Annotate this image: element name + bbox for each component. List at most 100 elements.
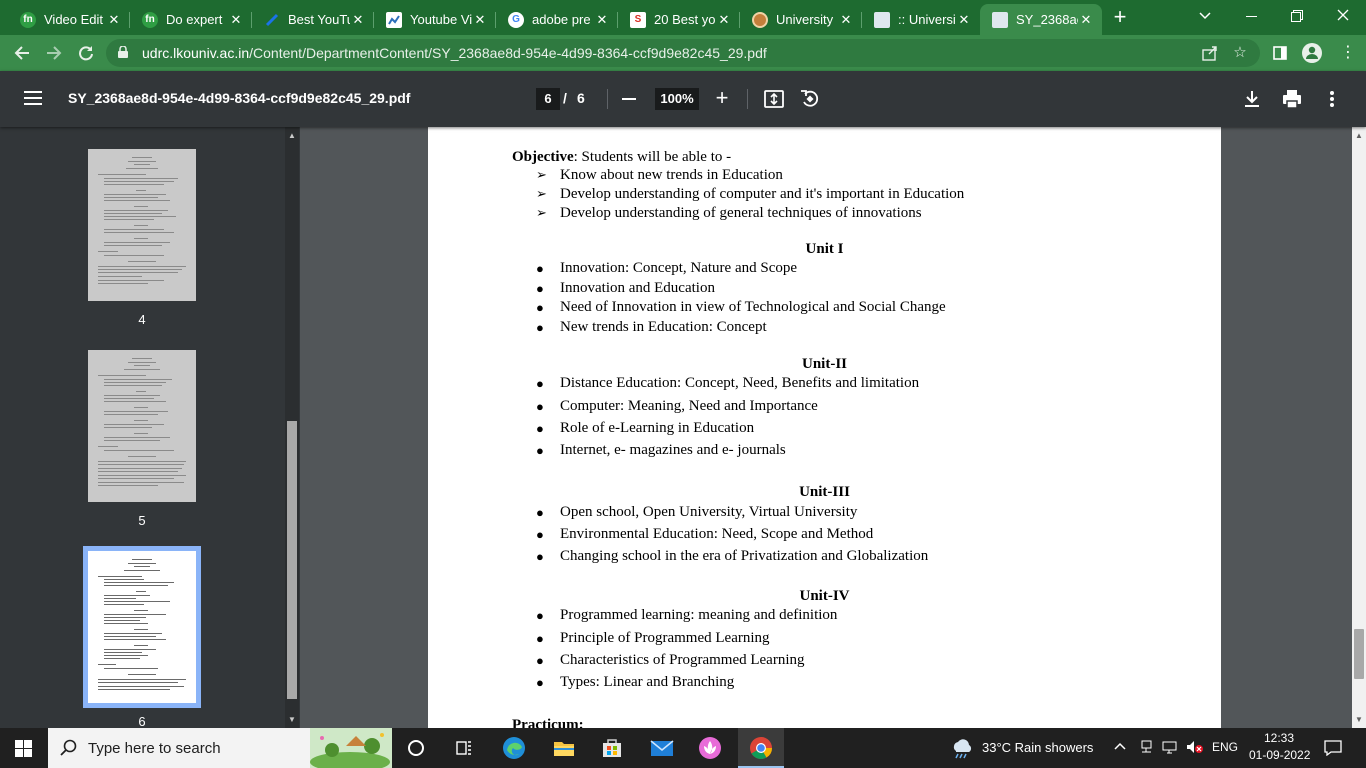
bullet-icon: ● xyxy=(536,300,544,315)
page-number-input[interactable]: 6 xyxy=(536,88,560,110)
print-icon[interactable] xyxy=(1280,87,1304,111)
tab-youtube-video[interactable]: Youtube Vi ✕ xyxy=(374,4,496,35)
display-icon[interactable] xyxy=(1162,740,1178,757)
unit-item: Distance Education: Concept, Need, Benef… xyxy=(560,375,920,391)
close-icon[interactable]: ✕ xyxy=(838,12,854,28)
tab-best-youtube[interactable]: Best YouTu ✕ xyxy=(252,4,374,35)
bullet-icon: ● xyxy=(536,608,544,623)
share-icon[interactable] xyxy=(1200,43,1220,63)
rotate-icon[interactable] xyxy=(798,87,822,111)
menu-hamburger-icon[interactable] xyxy=(24,91,42,105)
search-icon xyxy=(60,739,77,756)
tab-university[interactable]: University ✕ xyxy=(740,4,862,35)
tab-university-2[interactable]: :: Universit ✕ xyxy=(862,4,980,35)
pdf-toolbar: SY_2368ae8d-954e-4d99-8364-ccf9d9e82c45_… xyxy=(0,71,1366,127)
thumbnail-label: 4 xyxy=(138,312,146,327)
pdf-viewer: Objective: Students will be able to - ➢ … xyxy=(300,127,1352,728)
unit-heading: Unit I xyxy=(805,241,844,257)
cortana-icon[interactable] xyxy=(404,736,428,760)
address-bar[interactable]: udrc.lkouniv.ac.in/Content/DepartmentCon… xyxy=(106,39,1260,67)
speaker-muted-icon[interactable] xyxy=(1186,740,1204,757)
taskbar-search-box[interactable]: Type here to search xyxy=(48,728,392,768)
zoom-out-icon[interactable] xyxy=(622,98,636,100)
download-icon[interactable] xyxy=(1240,87,1264,111)
minimize-icon[interactable] xyxy=(1228,0,1274,32)
zoom-input[interactable]: 100% xyxy=(655,88,699,110)
window-close-icon[interactable] xyxy=(1320,0,1366,32)
bullet-icon: ● xyxy=(536,653,544,668)
forward-arrow-icon[interactable] xyxy=(42,41,66,65)
document-icon xyxy=(874,11,890,28)
tab-20-best[interactable]: S 20 Best yo ✕ xyxy=(618,4,740,35)
tray-chevron-up-icon[interactable] xyxy=(1114,740,1126,754)
page-thumbnail-4[interactable] xyxy=(88,149,196,301)
more-options-icon[interactable] xyxy=(1320,87,1344,111)
notifications-icon[interactable] xyxy=(1324,740,1342,759)
scroll-up-icon[interactable]: ▲ xyxy=(1352,131,1366,140)
sidebar-scrollbar-thumb[interactable] xyxy=(287,421,297,699)
windows-start-icon[interactable] xyxy=(15,740,32,757)
clock-time[interactable]: 12:33 xyxy=(1264,731,1294,745)
menu-dots-icon[interactable]: ⋮ xyxy=(1336,41,1360,65)
thumbnail-label: 6 xyxy=(138,714,146,728)
scroll-up-icon[interactable]: ▲ xyxy=(285,131,299,140)
viewer-scrollbar-thumb[interactable] xyxy=(1354,629,1364,679)
unit-item: Computer: Meaning, Need and Importance xyxy=(560,398,818,414)
close-icon[interactable]: ✕ xyxy=(350,12,366,28)
close-icon[interactable]: ✕ xyxy=(1078,12,1094,28)
tab-do-expert[interactable]: fn Do expert ✕ xyxy=(130,4,252,35)
app-lotus-icon[interactable] xyxy=(698,736,722,760)
language-indicator[interactable]: ENG xyxy=(1212,740,1238,754)
restore-icon[interactable] xyxy=(1274,0,1320,32)
bullet-icon: ● xyxy=(536,443,544,458)
tab-title: Best YouTu xyxy=(288,12,350,27)
chrome-icon xyxy=(750,737,772,759)
new-tab-button[interactable]: + xyxy=(1108,6,1132,30)
reload-icon[interactable] xyxy=(74,41,98,65)
toolbar-divider xyxy=(607,89,608,109)
arrow-bullet-icon: ➢ xyxy=(536,186,547,201)
bookmark-star-icon[interactable]: ☆ xyxy=(1230,43,1250,63)
close-icon[interactable]: ✕ xyxy=(106,12,122,28)
chrome-taskbar-button[interactable] xyxy=(738,728,784,768)
network-icon[interactable] xyxy=(1140,740,1154,757)
close-icon[interactable]: ✕ xyxy=(956,12,972,28)
bullet-icon: ● xyxy=(536,376,544,391)
task-view-icon[interactable] xyxy=(452,736,476,760)
thumbnail-label: 5 xyxy=(138,513,146,528)
university-seal-icon xyxy=(752,11,768,28)
tab-title: SY_2368ae xyxy=(1016,12,1078,27)
tab-pdf-active[interactable]: SY_2368ae ✕ xyxy=(980,4,1102,35)
unit-item: Internet, e- magazines and e- journals xyxy=(560,442,786,458)
scroll-down-icon[interactable]: ▼ xyxy=(285,715,299,724)
bullet-icon: ● xyxy=(536,399,544,414)
page-thumbnail-5[interactable] xyxy=(88,350,196,502)
tab-adobe-premiere[interactable]: G adobe pre ✕ xyxy=(496,4,618,35)
mail-icon[interactable] xyxy=(650,736,674,760)
file-explorer-icon[interactable] xyxy=(552,736,576,760)
browser-toolbar: udrc.lkouniv.ac.in/Content/DepartmentCon… xyxy=(0,35,1366,71)
arrow-bullet-icon: ➢ xyxy=(536,167,547,182)
close-icon[interactable]: ✕ xyxy=(228,12,244,28)
unit-heading: Unit-IV xyxy=(799,588,850,604)
url-text[interactable]: udrc.lkouniv.ac.in/Content/DepartmentCon… xyxy=(142,45,767,61)
fit-to-page-icon[interactable] xyxy=(762,87,786,111)
clock-date[interactable]: 01-09-2022 xyxy=(1249,748,1310,762)
unit-item: Role of e-Learning in Education xyxy=(560,420,755,436)
close-icon[interactable]: ✕ xyxy=(716,12,732,28)
unit-heading: Unit-III xyxy=(799,484,850,500)
scroll-down-icon[interactable]: ▼ xyxy=(1352,715,1366,724)
page-thumbnail-6-selected[interactable] xyxy=(83,546,201,708)
side-panel-icon[interactable] xyxy=(1268,41,1292,65)
edge-browser-icon[interactable] xyxy=(502,736,526,760)
close-icon[interactable]: ✕ xyxy=(472,12,488,28)
weather-text[interactable]: 33°C Rain showers xyxy=(982,740,1093,755)
close-icon[interactable]: ✕ xyxy=(594,12,610,28)
back-arrow-icon[interactable] xyxy=(10,41,34,65)
microsoft-store-icon[interactable] xyxy=(600,736,624,760)
zoom-in-icon[interactable]: + xyxy=(712,87,732,110)
tab-video-edit[interactable]: fn Video Edit ✕ xyxy=(8,4,130,35)
tab-search-chevron-icon[interactable] xyxy=(1182,0,1228,32)
profile-avatar-icon[interactable] xyxy=(1300,41,1324,65)
objective-item: Know about new trends in Education xyxy=(560,167,783,183)
